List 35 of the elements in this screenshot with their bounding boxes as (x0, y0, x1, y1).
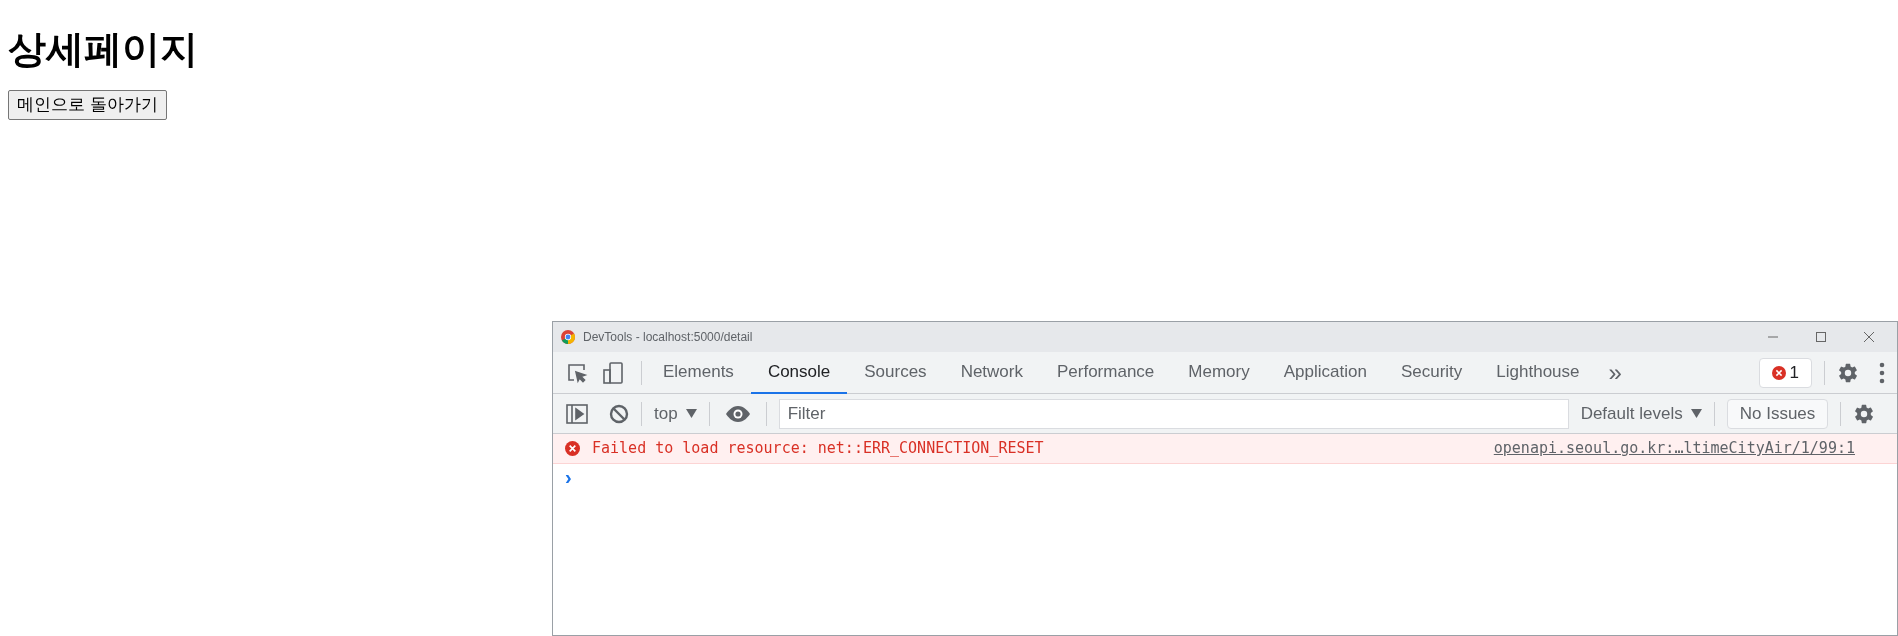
context-label: top (654, 402, 678, 425)
devtools-tab[interactable]: Memory (1171, 351, 1267, 394)
log-levels-label: Default levels (1580, 402, 1683, 425)
context-select[interactable]: top (654, 400, 697, 427)
message-text: Failed to load resource: net::ERR_CONNECTION_RESET (592, 438, 1044, 460)
devtools-tab[interactable]: Sources (847, 351, 944, 394)
devtools-tab[interactable]: Elements (646, 351, 751, 394)
devtools-tab[interactable]: Performance (1040, 351, 1172, 394)
error-icon (1771, 365, 1786, 380)
devtools-tab[interactable]: Lighthouse (1479, 351, 1597, 394)
more-tabs[interactable]: » (1608, 360, 1622, 385)
caret-icon (1690, 409, 1702, 418)
page-heading: 상세페이지 (8, 26, 199, 72)
error-count: 1 (1789, 361, 1799, 384)
browser-logo-icon (561, 330, 575, 344)
back-button[interactable]: 메인으로 돌아가기 (8, 90, 167, 120)
devtools-tab[interactable]: Security (1383, 351, 1480, 394)
console-settings-icon[interactable] (1853, 402, 1876, 425)
log-levels-dropdown[interactable]: Default levels (1580, 400, 1702, 427)
source-link[interactable]: openapi.seoul.go.kr:…ltimeCityAir/1/99:1 (1493, 437, 1855, 460)
settings-icon[interactable] (1837, 361, 1859, 384)
issues-button[interactable]: No Issues (1726, 398, 1829, 429)
devtools-tab[interactable]: Application (1266, 351, 1384, 394)
devtools-tab[interactable]: Network (943, 351, 1040, 394)
error-count-badge[interactable]: 1 (1758, 357, 1812, 388)
sidebar-toggle-icon[interactable] (565, 402, 589, 425)
caret-icon (685, 409, 697, 418)
filter-field[interactable]: Filter (778, 398, 1569, 429)
console-prompt[interactable]: › (565, 467, 572, 487)
window-title: DevTools - localhost:5000/detail (583, 329, 753, 346)
eye-icon[interactable] (725, 405, 750, 422)
clear-console-icon[interactable] (609, 403, 629, 424)
device-toggle-icon[interactable] (601, 360, 625, 385)
error-icon (565, 441, 580, 456)
more-menu-icon[interactable] (1879, 361, 1885, 384)
